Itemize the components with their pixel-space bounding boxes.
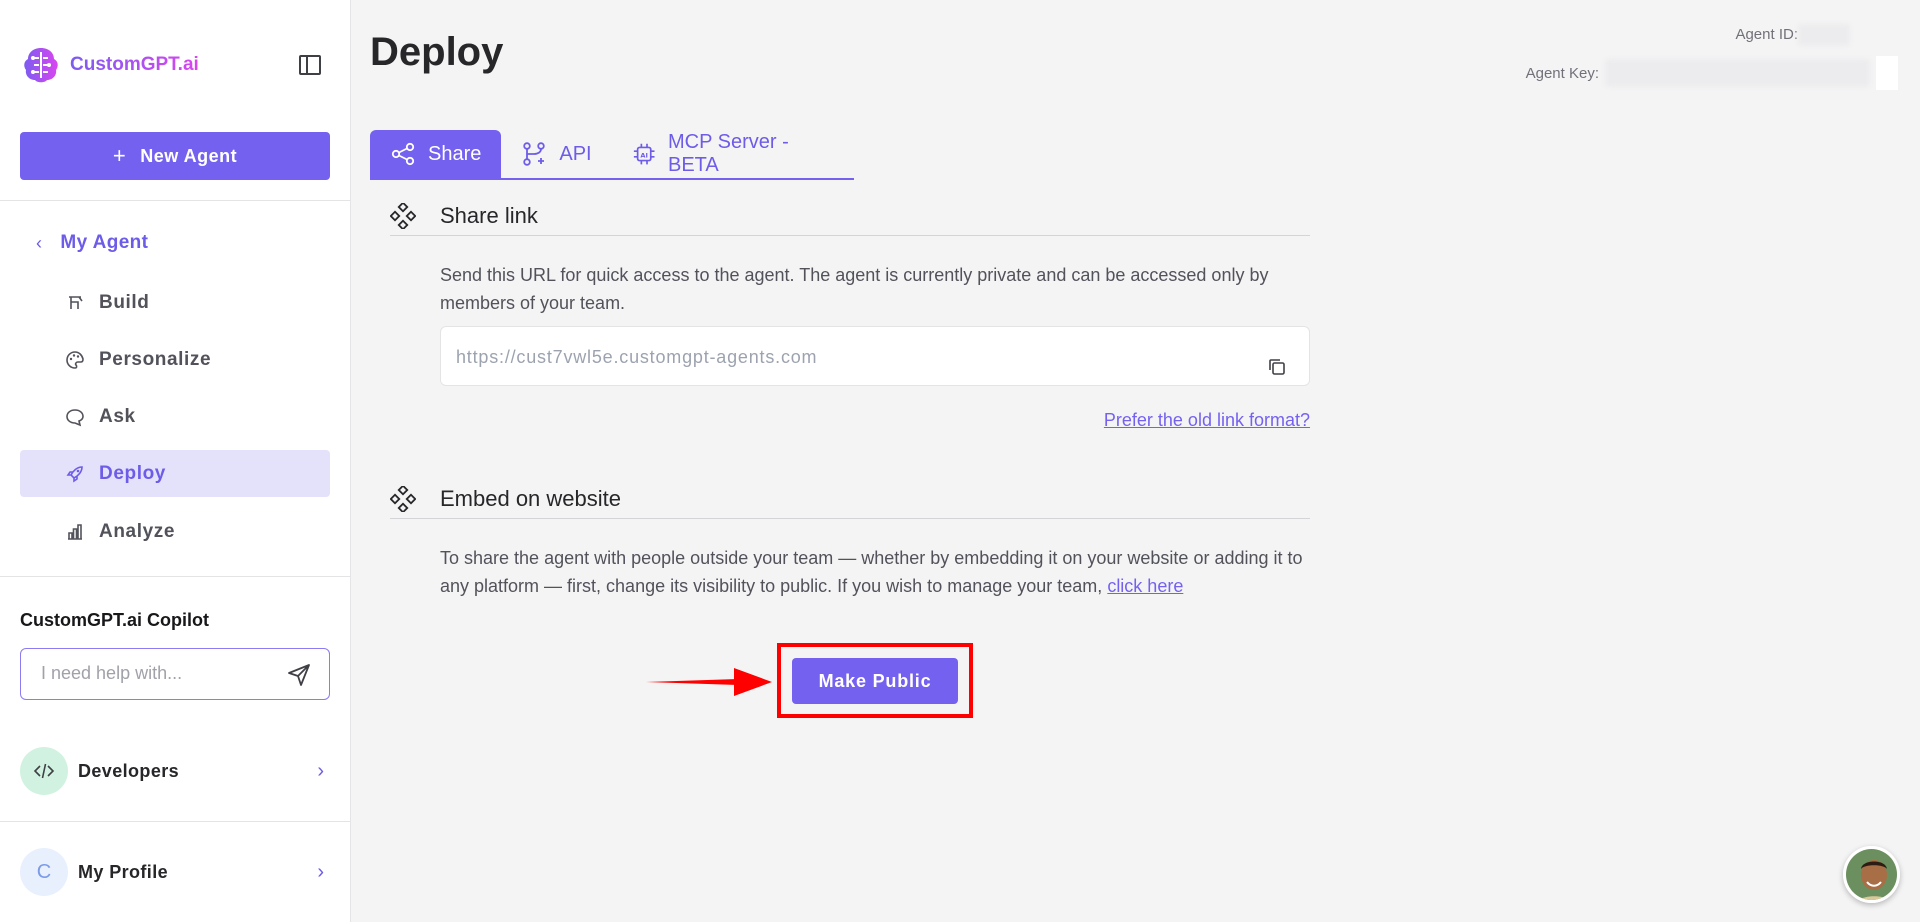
old-link-format-link[interactable]: Prefer the old link format? bbox=[1104, 410, 1310, 431]
page-title: Deploy bbox=[370, 30, 504, 74]
agent-key-value-redacted bbox=[1605, 59, 1870, 87]
copy-icon[interactable] bbox=[1267, 357, 1287, 377]
back-to-my-agent[interactable]: ‹ My Agent bbox=[36, 232, 148, 254]
copilot-input[interactable] bbox=[41, 663, 281, 684]
chevron-left-icon: ‹ bbox=[36, 232, 43, 253]
developers-link[interactable]: Developers › bbox=[20, 747, 330, 795]
sidebar-item-personalize[interactable]: Personalize bbox=[20, 336, 330, 383]
diamond-grid-icon bbox=[390, 485, 416, 512]
agent-id-label: Agent ID: bbox=[1735, 25, 1798, 43]
agent-key-label: Agent Key: bbox=[1525, 64, 1599, 82]
share-link-description: Send this URL for quick access to the ag… bbox=[440, 265, 1269, 313]
tab-label: API bbox=[559, 142, 592, 165]
manage-team-link[interactable]: click here bbox=[1107, 576, 1183, 596]
palette-icon bbox=[66, 350, 84, 369]
share-icon bbox=[391, 142, 415, 166]
build-icon bbox=[69, 295, 83, 309]
tab-api[interactable]: API bbox=[501, 130, 611, 178]
avatar: C bbox=[20, 848, 68, 896]
annotation-arrow-icon bbox=[646, 668, 772, 696]
copilot-title: CustomGPT.ai Copilot bbox=[20, 610, 209, 630]
embed-header: Embed on website bbox=[390, 479, 1310, 519]
agent-key: Agent Key: bbox=[1526, 56, 1898, 90]
embed-description: To share the agent with people outside y… bbox=[440, 544, 1310, 600]
brand-logo[interactable]: CustomGPT.ai bbox=[20, 44, 199, 86]
sidebar-item-label: Deploy bbox=[99, 462, 166, 484]
person-avatar-icon bbox=[1846, 849, 1897, 900]
rocket-icon bbox=[66, 465, 83, 482]
plus-icon: + bbox=[112, 143, 127, 168]
tab-mcp-server[interactable]: AI MCP Server - BETA bbox=[612, 130, 854, 178]
brain-logo-icon bbox=[24, 48, 58, 83]
sidebar-item-label: Analyze bbox=[99, 520, 176, 542]
send-icon[interactable] bbox=[287, 663, 311, 687]
agent-key-copy-area[interactable] bbox=[1876, 56, 1898, 90]
chat-icon bbox=[66, 408, 84, 426]
embed-title: Embed on website bbox=[440, 485, 621, 511]
share-link-header: Share link bbox=[390, 196, 1310, 236]
support-avatar[interactable] bbox=[1843, 846, 1900, 903]
tab-label: Share bbox=[428, 142, 482, 165]
make-public-button[interactable]: Make Public bbox=[792, 658, 958, 704]
chart-icon bbox=[68, 523, 82, 540]
copilot-input-box bbox=[20, 648, 330, 700]
deploy-tabs: Share API AI MCP Server - BETA bbox=[370, 130, 854, 180]
tab-share[interactable]: Share bbox=[370, 130, 502, 178]
share-link-title: Share link bbox=[440, 202, 538, 228]
new-agent-button[interactable]: + New Agent bbox=[20, 132, 330, 180]
agent-id: Agent ID: bbox=[1735, 24, 1850, 46]
svg-text:AI: AI bbox=[640, 151, 648, 159]
tab-label: MCP Server - BETA bbox=[668, 131, 789, 176]
sidebar-item-label: Build bbox=[99, 291, 150, 313]
my-profile-link[interactable]: C My Profile › bbox=[20, 848, 330, 896]
chevron-right-icon: › bbox=[317, 860, 324, 883]
diamond-grid-icon bbox=[390, 202, 416, 229]
api-icon bbox=[523, 142, 546, 166]
sidebar-item-analyze[interactable]: Analyze bbox=[20, 508, 330, 555]
divider bbox=[0, 821, 351, 822]
sidebar: CustomGPT.ai + New Agent ‹ My Agent Buil… bbox=[0, 0, 351, 922]
my-profile-label: My Profile bbox=[78, 861, 169, 882]
share-url: https://cust7vwl5e.customgpt-agents.com bbox=[456, 347, 818, 367]
code-icon bbox=[20, 747, 68, 795]
sidebar-item-ask[interactable]: Ask bbox=[20, 393, 330, 440]
sidebar-item-build[interactable]: Build bbox=[20, 279, 330, 326]
sidebar-item-deploy[interactable]: Deploy bbox=[20, 450, 330, 497]
sidebar-item-label: Personalize bbox=[99, 348, 212, 370]
sidebar-toggle-icon[interactable] bbox=[298, 53, 322, 77]
brand-name: CustomGPT.ai bbox=[70, 54, 199, 75]
agent-id-value-redacted bbox=[1798, 24, 1850, 46]
share-url-field[interactable]: https://cust7vwl5e.customgpt-agents.com bbox=[440, 326, 1310, 386]
chip-icon: AI bbox=[633, 143, 655, 165]
back-label: My Agent bbox=[60, 232, 149, 253]
divider bbox=[0, 576, 351, 577]
new-agent-label: New Agent bbox=[140, 145, 238, 166]
divider bbox=[0, 200, 351, 201]
chevron-right-icon: › bbox=[317, 759, 324, 782]
sidebar-item-label: Ask bbox=[99, 405, 136, 427]
developers-label: Developers bbox=[78, 760, 180, 781]
